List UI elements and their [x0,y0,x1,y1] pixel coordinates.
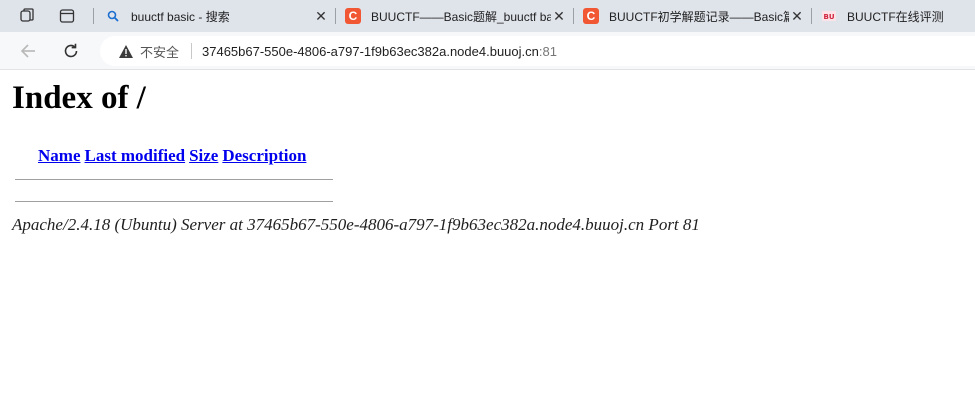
page-content: Index of / Name Last modified Size Descript… [0,70,975,420]
sort-by-size-link[interactable]: Size [189,146,218,165]
server-signature: Apache/2.4.18 (Ubuntu) Server at 37465b6… [12,215,700,234]
tab-buuctf[interactable]: BU BUUCTF在线评测 [811,0,975,32]
tab-strip: buuctf basic - 搜索 ✕ C BUUCTF——Basic题解_bu… [0,0,975,32]
url-host: 37465b67-550e-4806-a797-1f9b63ec382a.nod… [202,43,539,59]
tab-title: BUUCTF初学解题记录——Basic篇_ [609,9,789,24]
close-icon[interactable]: ✕ [789,8,805,24]
tab-title: buuctf basic - 搜索 [131,9,230,24]
close-icon[interactable]: ✕ [313,8,329,24]
tab-search[interactable]: buuctf basic - 搜索 ✕ [95,0,335,32]
sort-by-name-link[interactable]: Name [38,146,80,165]
vertical-tabs-button[interactable] [52,3,82,29]
tab-csdn-basic[interactable]: C BUUCTF——Basic题解_buuctf basic ✕ [335,0,573,32]
csdn-icon: C [583,8,599,24]
close-icon[interactable]: ✕ [551,8,567,24]
warning-icon[interactable] [118,43,134,59]
sort-by-description-link[interactable]: Description [222,146,306,165]
url-port: :81 [538,43,557,59]
svg-text:BU: BU [823,13,834,21]
workspaces-icon [20,8,34,22]
tab-title: BUUCTF——Basic题解_buuctf basic [371,9,551,24]
workspaces-button[interactable] [12,3,42,29]
browser-toolbar: 不安全 37465b67-550e-4806-a797-1f9b63ec382a… [0,32,975,70]
tab-csdn-notes[interactable]: C BUUCTF初学解题记录——Basic篇_ ✕ [573,0,811,32]
address-bar[interactable]: 不安全 37465b67-550e-4806-a797-1f9b63ec382a… [100,36,975,66]
csdn-icon: C [345,8,361,24]
sort-by-last-modified-link[interactable]: Last modified [84,146,185,165]
column-headers: Name Last modified Size Description [38,146,310,166]
back-arrow-icon [20,44,35,58]
page-title: Index of / [12,80,146,116]
divider [15,179,333,180]
buuctf-icon: BU [821,8,837,24]
security-label[interactable]: 不安全 [140,42,179,61]
back-button[interactable] [13,37,43,65]
reload-icon [64,43,78,58]
tab-actions-icon [59,9,75,23]
tab-title: BUUCTF在线评测 [847,9,944,24]
divider [15,201,333,202]
reload-button[interactable] [56,37,86,65]
search-icon [105,8,121,24]
